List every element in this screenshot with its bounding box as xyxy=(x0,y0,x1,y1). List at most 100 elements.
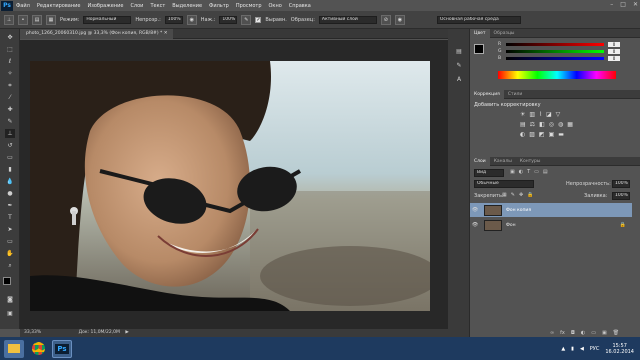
type-tool-icon[interactable]: T xyxy=(5,213,15,222)
new-group-icon[interactable]: ▭ xyxy=(591,330,596,336)
tab-paths[interactable]: Контуры xyxy=(516,157,545,166)
slider-r[interactable]: R 0 xyxy=(498,41,640,48)
tab-channels[interactable]: Каналы xyxy=(490,157,516,166)
black-white-icon[interactable]: ◧ xyxy=(539,121,545,128)
close-icon[interactable]: ✕ xyxy=(633,1,638,8)
gradient-map-icon[interactable]: ▬ xyxy=(558,131,564,138)
sample-select[interactable]: Активный слой xyxy=(318,15,377,24)
layer-row[interactable]: 👁 Фон 🔒 xyxy=(470,218,632,232)
screen-mode-icon[interactable]: ▣ xyxy=(5,309,15,318)
selective-color-icon[interactable]: ▣ xyxy=(549,131,555,138)
history-panel-icon[interactable]: ▤ xyxy=(454,47,464,56)
eraser-tool-icon[interactable]: ▭ xyxy=(5,153,15,162)
brush-panel-icon[interactable]: ▤ xyxy=(32,14,42,25)
dodge-tool-icon[interactable]: ● xyxy=(5,189,15,198)
link-layers-icon[interactable]: ∞ xyxy=(550,330,554,336)
character-panel-icon[interactable]: A xyxy=(454,75,464,84)
menu-window[interactable]: Окно xyxy=(269,3,282,9)
brush-tool-icon[interactable]: ✎ xyxy=(5,117,15,126)
network-icon[interactable]: ▮ xyxy=(571,346,574,352)
stamp-tool-icon[interactable]: ⊥ xyxy=(4,14,14,25)
menu-edit[interactable]: Редактирование xyxy=(37,3,81,9)
clock[interactable]: 15:57 16.02.2014 xyxy=(605,343,634,355)
blend-mode-select[interactable]: Обычные xyxy=(474,180,534,188)
invert-icon[interactable]: ◐ xyxy=(520,131,525,138)
lock-position-icon[interactable]: ✥ xyxy=(519,192,523,198)
spectrum-bar[interactable] xyxy=(498,71,616,79)
filter-pixel-icon[interactable]: ▣ xyxy=(510,169,515,175)
menu-help[interactable]: Справка xyxy=(289,3,311,9)
history-brush-tool-icon[interactable]: ↺ xyxy=(5,141,15,150)
layer-name[interactable]: Фон xyxy=(506,223,516,228)
tab-color[interactable]: Цвет xyxy=(470,28,490,38)
slider-b[interactable]: B 0 xyxy=(498,55,640,62)
tab-swatches[interactable]: Образцы xyxy=(490,29,519,38)
workspace-select[interactable]: Основная рабочая среда xyxy=(436,15,521,24)
blur-tool-icon[interactable]: 💧 xyxy=(5,177,15,186)
pressure-size-icon[interactable]: ◉ xyxy=(394,14,405,25)
chrome-icon[interactable] xyxy=(28,340,48,358)
healing-brush-tool-icon[interactable]: ✚ xyxy=(5,105,15,114)
lasso-tool-icon[interactable]: ℓ xyxy=(5,57,15,66)
slider-g[interactable]: G 0 xyxy=(498,48,640,55)
eye-icon[interactable]: 👁 xyxy=(470,207,480,213)
layer-name[interactable]: Фон копия xyxy=(506,208,531,213)
properties-panel-icon[interactable]: ✎ xyxy=(454,61,464,70)
add-mask-icon[interactable]: ◘ xyxy=(571,330,575,336)
marquee-tool-icon[interactable]: ⬚ xyxy=(5,45,15,54)
exposure-icon[interactable]: ◪ xyxy=(546,111,552,118)
pen-tool-icon[interactable]: ✒ xyxy=(5,201,15,210)
menu-type[interactable]: Текст xyxy=(150,3,165,9)
photoshop-taskbar-icon[interactable]: Ps xyxy=(52,339,72,358)
doc-info[interactable]: Док: 11,0М/22,0М xyxy=(79,330,120,335)
pressure-opacity-icon[interactable]: ◉ xyxy=(186,14,197,25)
tab-layers[interactable]: Слои xyxy=(470,156,490,166)
menu-file[interactable]: Файл xyxy=(16,3,30,9)
shape-tool-icon[interactable]: ▭ xyxy=(5,237,15,246)
filter-type-icon[interactable]: T xyxy=(527,169,530,175)
close-tab-icon[interactable]: ✕ xyxy=(164,31,168,36)
zoom-tool-icon[interactable]: ⌕ xyxy=(5,261,15,270)
move-tool-icon[interactable]: ✥ xyxy=(5,33,15,42)
path-select-tool-icon[interactable]: ➤ xyxy=(5,225,15,234)
menu-view[interactable]: Просмотр xyxy=(236,3,262,9)
clone-stamp-tool-icon[interactable]: ⊥ xyxy=(5,129,15,138)
menu-filter[interactable]: Фильтр xyxy=(209,3,229,9)
menu-layers[interactable]: Слои xyxy=(130,3,143,9)
fill-input[interactable]: 100% xyxy=(612,192,630,200)
volume-icon[interactable]: ◀ xyxy=(580,346,584,352)
tab-adjustments[interactable]: Коррекция xyxy=(470,89,504,99)
layer-style-icon[interactable]: fx xyxy=(560,330,565,336)
lock-transparent-icon[interactable]: ▦ xyxy=(502,192,507,198)
pressure-input[interactable]: 100% xyxy=(219,15,238,24)
threshold-icon[interactable]: ◩ xyxy=(539,131,545,138)
quick-mask-icon[interactable]: ◙ xyxy=(5,295,15,304)
levels-icon[interactable]: ▥ xyxy=(529,111,535,118)
layer-kind-filter[interactable]: Вид xyxy=(474,169,504,177)
crop-tool-icon[interactable]: ⌗ xyxy=(5,81,15,90)
hue-saturation-icon[interactable]: ▤ xyxy=(520,121,526,128)
maximize-icon[interactable]: □ xyxy=(620,1,626,8)
new-adjustment-icon[interactable]: ◐ xyxy=(581,330,585,336)
eyedropper-tool-icon[interactable]: ⁄ xyxy=(5,93,15,102)
menu-select[interactable]: Выделение xyxy=(172,3,202,9)
quick-select-tool-icon[interactable]: ✧ xyxy=(5,69,15,78)
photo-filter-icon[interactable]: ◎ xyxy=(549,121,554,128)
opacity-input[interactable]: 100% xyxy=(164,15,183,24)
ignore-adjustment-icon[interactable]: ⊘ xyxy=(380,14,391,25)
clone-source-icon[interactable]: ▦ xyxy=(46,14,56,25)
lock-image-icon[interactable]: ✎ xyxy=(511,192,515,198)
brush-size-icon[interactable]: • xyxy=(18,14,28,25)
lock-all-icon[interactable]: 🔒 xyxy=(527,192,533,198)
airbrush-icon[interactable]: ✎ xyxy=(241,14,252,25)
minimize-icon[interactable]: – xyxy=(610,1,613,8)
status-arrow-icon[interactable]: ▶ xyxy=(125,330,128,335)
filter-smart-icon[interactable]: ▤ xyxy=(543,169,548,175)
menu-image[interactable]: Изображение xyxy=(87,3,123,9)
zoom-level[interactable]: 33,33% xyxy=(24,330,41,335)
channel-mixer-icon[interactable]: ◍ xyxy=(558,121,563,128)
gradient-tool-icon[interactable]: ▮ xyxy=(5,165,15,174)
brightness-icon[interactable]: ☀ xyxy=(520,111,525,118)
file-explorer-icon[interactable] xyxy=(4,339,24,358)
color-lookup-icon[interactable]: ▦ xyxy=(567,121,573,128)
